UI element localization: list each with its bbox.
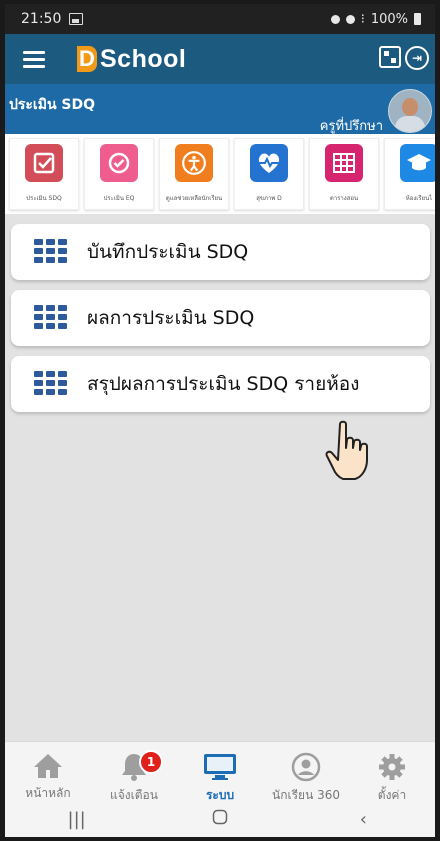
page-header: ประเมิน SDQ ครูที่ปรึกษา [5,84,435,134]
logo-text: School [100,44,187,73]
back-icon[interactable]: ‹ [323,809,403,830]
nav-notifications[interactable]: 1 แจ้งเตือน [91,742,177,802]
logo-letter: D [77,46,97,72]
nav-system[interactable]: ระบบ [177,742,263,802]
gear-icon [377,752,407,782]
nav-settings[interactable]: ตั้งค่า [349,742,435,802]
pointing-hand-icon [325,420,373,490]
quick-timetable[interactable]: ตารางสอน [309,138,379,210]
grid-icon [34,305,67,331]
status-bar: 21:50 ⁝ 100% [5,4,435,34]
qr-code-icon[interactable] [379,46,401,68]
quick-classroom[interactable]: ห้องเรียนไ [384,138,435,210]
quick-eq[interactable]: ประเมิน EQ [84,138,154,210]
quick-health[interactable]: สุขภาพ D [234,138,304,210]
menu-item-sdq-results[interactable]: ผลการประเมิน SDQ [11,290,430,346]
home-icon [33,752,63,780]
alarm-icon [330,14,340,24]
menu-list: บันทึกประเมิน SDQ ผลการประเมิน SDQ สรุปผ… [5,214,435,412]
home-button-icon[interactable] [180,809,260,830]
recent-apps-icon[interactable]: ||| [37,809,117,830]
grid-icon [34,371,67,397]
nav-student-360[interactable]: นักเรียน 360 [263,742,349,802]
quick-menu: ประเมิน SDQ ประเมิน EQ ดูแลช่วยเหลือนักเ… [5,134,435,214]
hamburger-menu-icon[interactable] [23,47,45,72]
page-title: ประเมิน SDQ [9,97,95,113]
user-role: ครูที่ปรึกษา [319,119,383,134]
quick-sdq[interactable]: ประเมิน SDQ [9,138,79,210]
nav-home[interactable]: หน้าหลัก [5,742,91,801]
battery-icon [414,13,421,25]
graduation-cap-icon [400,144,435,182]
heart-pulse-icon [250,144,288,182]
signal-icon: ⁝ [360,11,365,27]
user-circle-icon [291,752,321,782]
table-icon [325,144,363,182]
logout-icon[interactable]: ⇥ [405,46,429,70]
monitor-icon [203,752,237,782]
app-logo: D School [77,45,186,74]
app-bar: D School ⇥ [5,34,435,84]
bottom-navigation: หน้าหลัก 1 แจ้งเตือน ระบบ นักเรียน 360 ต… [5,741,435,802]
battery-percent: 100% [370,11,408,27]
check-square-icon [25,144,63,182]
quick-student-care[interactable]: ดูแลช่วยเหลือนักเรียน [159,138,229,210]
image-notification-icon [69,13,84,25]
system-navigation: ||| ‹ [5,801,435,837]
menu-item-sdq-class-summary[interactable]: สรุปผลการประเมิน SDQ รายห้อง [11,356,430,412]
clock: 21:50 [21,11,62,27]
check-circle-icon [100,144,138,182]
notification-badge: 1 [139,750,163,774]
location-icon [345,14,355,24]
app-screen: 21:50 ⁝ 100% D School ⇥ ประเมิน SDQ ครูท… [5,4,435,837]
accessibility-icon [175,144,213,182]
avatar[interactable] [388,89,432,133]
menu-item-record-sdq[interactable]: บันทึกประเมิน SDQ [11,224,430,280]
grid-icon [34,239,67,265]
